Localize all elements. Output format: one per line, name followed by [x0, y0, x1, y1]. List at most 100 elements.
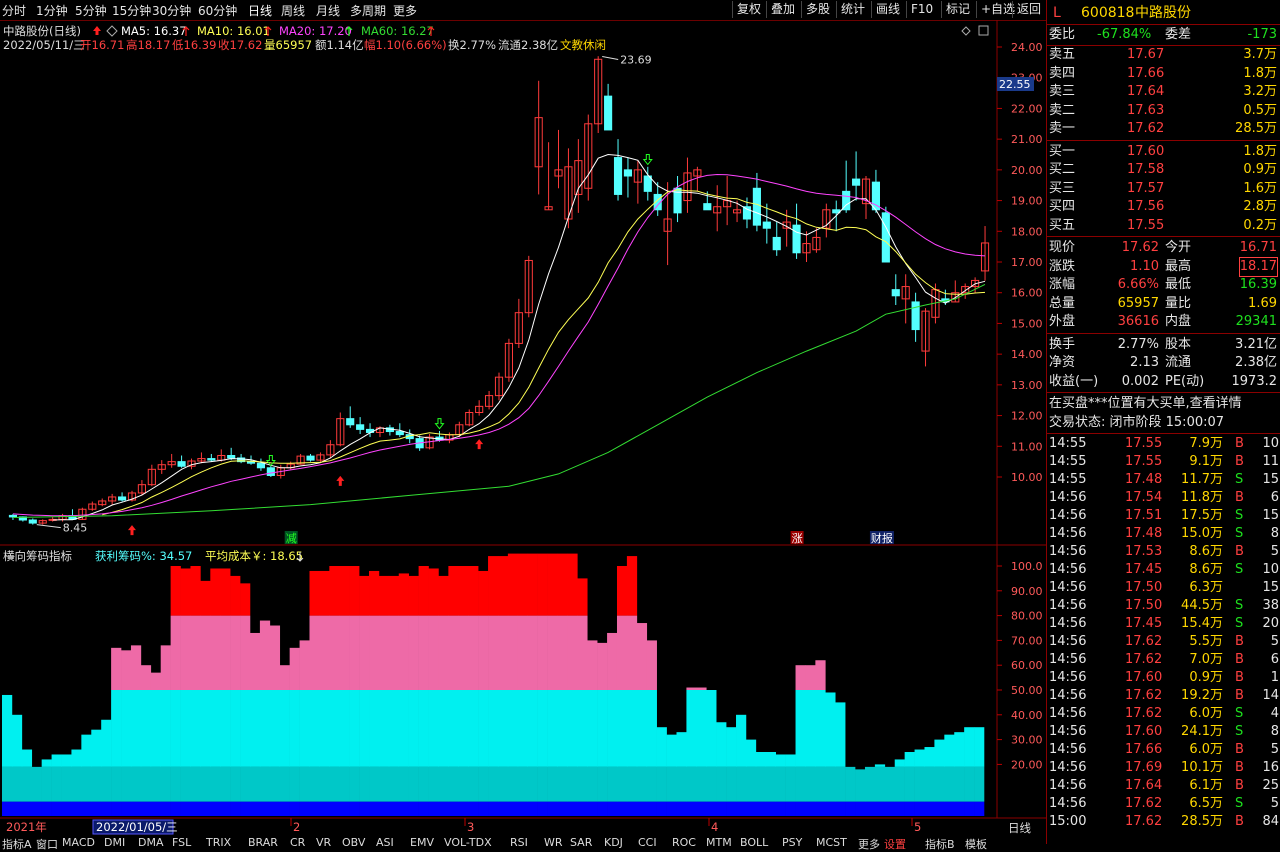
- chip-pink: [140, 665, 152, 690]
- chip-base-blue: [210, 801, 221, 816]
- indicator-tab-17[interactable]: KDJ: [604, 836, 623, 849]
- chip-pink: [240, 615, 251, 690]
- tick-time: 14:56: [1049, 580, 1087, 595]
- tick-direction: B: [1235, 454, 1244, 469]
- tick-row: 14:56 17.50 6.3万 15: [1047, 579, 1280, 597]
- price-axis-label: 18.00: [1011, 225, 1043, 238]
- indicator-tab-5[interactable]: FSL: [172, 836, 191, 849]
- chip-cyan: [339, 690, 350, 767]
- chip-cyan: [597, 690, 608, 767]
- ma20-label: MA20: 17.20: [279, 24, 352, 38]
- weibi-label: 委比: [1049, 27, 1076, 42]
- tick-row: 14:56 17.48 15.0万 S 8: [1047, 525, 1280, 543]
- indicator-tab-24[interactable]: 更多: [858, 836, 880, 852]
- indicator-tab-11[interactable]: ASI: [376, 836, 394, 849]
- buy-level-volume: 1.6万: [1243, 180, 1277, 196]
- chip-teal: [249, 766, 261, 802]
- sell-level-label: 卖四: [1049, 65, 1076, 81]
- ma10-label: MA10: 16.01: [197, 24, 270, 38]
- tick-direction: B: [1235, 688, 1244, 703]
- sell-level-row: 卖二 17.63 0.5万: [1047, 102, 1280, 120]
- candle-body: [346, 418, 355, 426]
- chip-teal: [289, 766, 300, 802]
- tick-volume: 6.0万: [1189, 706, 1223, 721]
- indicator-tab-10[interactable]: OBV: [342, 836, 365, 849]
- buy-level-price: 17.56: [1127, 199, 1165, 214]
- stat-value: 65957: [1117, 295, 1159, 311]
- tick-time: 14:56: [1049, 724, 1087, 739]
- chip-base-blue: [319, 801, 330, 816]
- indicator-tab-2[interactable]: MACD: [62, 836, 95, 849]
- tick-row: 14:56 17.62 19.2万 B 14: [1047, 687, 1280, 705]
- stat-value: 3.21亿: [1235, 336, 1277, 352]
- indicator-tab-0[interactable]: 指标A: [2, 836, 32, 852]
- tick-direction: B: [1235, 742, 1244, 757]
- indicator-tab-20[interactable]: MTM: [706, 836, 732, 849]
- indicator-tab-22[interactable]: PSY: [782, 836, 802, 849]
- stat-label: 流通: [1165, 355, 1192, 370]
- buy-level-price: 17.60: [1127, 143, 1165, 159]
- indicator-b-tab[interactable]: 指标B: [925, 836, 955, 852]
- chip-cyan: [795, 690, 806, 767]
- tick-time: 14:56: [1049, 490, 1087, 505]
- indicator-tab-18[interactable]: CCI: [638, 836, 657, 849]
- notice-text[interactable]: 在买盘***位置有大买单,查看详情: [1049, 395, 1242, 413]
- chip-profit: [497, 556, 509, 616]
- tick-time: 14:56: [1049, 544, 1087, 559]
- chip-cyan: [706, 690, 717, 767]
- chip-base-blue: [349, 801, 360, 816]
- indicator-tab-1[interactable]: 窗口: [36, 836, 58, 852]
- indicator-tab-13[interactable]: VOL-TDX: [444, 836, 492, 849]
- chip-cyan: [835, 702, 846, 767]
- tick-volume: 6.0万: [1189, 742, 1223, 757]
- chip-pink: [527, 615, 538, 690]
- sep: [1047, 236, 1280, 237]
- candle-body: [891, 289, 900, 297]
- ma5-label: MA5: 16.37: [121, 24, 187, 38]
- chip-teal: [438, 766, 449, 802]
- tick-direction: S: [1235, 724, 1244, 739]
- chip-cyan: [944, 734, 955, 767]
- indicator-tab-9[interactable]: VR: [316, 836, 331, 849]
- chip-profit: [210, 568, 221, 616]
- indicator-tab-12[interactable]: EMV: [410, 836, 434, 849]
- indicator-tab-4[interactable]: DMA: [138, 836, 164, 849]
- indicator-tab-7[interactable]: BRAR: [248, 836, 278, 849]
- candle-body: [792, 224, 801, 254]
- chip-base-blue: [874, 801, 886, 816]
- indicator-tab-23[interactable]: MCST: [816, 836, 847, 849]
- chip-base-blue: [140, 801, 152, 816]
- candle-body: [911, 301, 920, 331]
- chip-cyan: [696, 690, 707, 767]
- chip-teal: [190, 766, 201, 802]
- tick-time: 14:55: [1049, 436, 1087, 451]
- buy-level-price: 17.58: [1127, 162, 1165, 177]
- indicator-tab-6[interactable]: TRIX: [206, 836, 231, 849]
- indicator-tab-8[interactable]: CR: [290, 836, 305, 849]
- tick-price: 17.62: [1125, 634, 1163, 649]
- indicator-tab-21[interactable]: BOLL: [740, 836, 768, 849]
- candle-body: [28, 519, 37, 524]
- chip-cyan: [745, 739, 757, 767]
- chip-profit: [349, 566, 360, 616]
- chip-cyan: [656, 727, 667, 767]
- indicator-tab-19[interactable]: ROC: [672, 836, 696, 849]
- indicator-tab-16[interactable]: SAR: [570, 836, 592, 849]
- tick-volume: 8.6万: [1189, 562, 1223, 577]
- chip-teal: [775, 766, 786, 802]
- chip-base-blue: [626, 801, 638, 816]
- chip-teal: [240, 766, 251, 802]
- candle-date: 2022/05/11/三: [3, 38, 85, 52]
- tick-direction: S: [1235, 598, 1244, 613]
- indicator-tab-25[interactable]: 设置: [884, 836, 906, 852]
- big-order-notice[interactable]: 在买盘***位置有大买单,查看详情: [1047, 395, 1280, 413]
- chip-cyan: [805, 690, 816, 767]
- template-tab[interactable]: 模板: [965, 836, 987, 852]
- chip-base-blue: [557, 801, 568, 816]
- indicator-tab-3[interactable]: DMI: [104, 836, 125, 849]
- indicator-tab-15[interactable]: WR: [544, 836, 563, 849]
- chip-base-blue: [607, 801, 618, 816]
- chip-teal: [815, 766, 826, 802]
- indicator-tab-14[interactable]: RSI: [510, 836, 528, 849]
- chip-base-blue: [61, 801, 72, 816]
